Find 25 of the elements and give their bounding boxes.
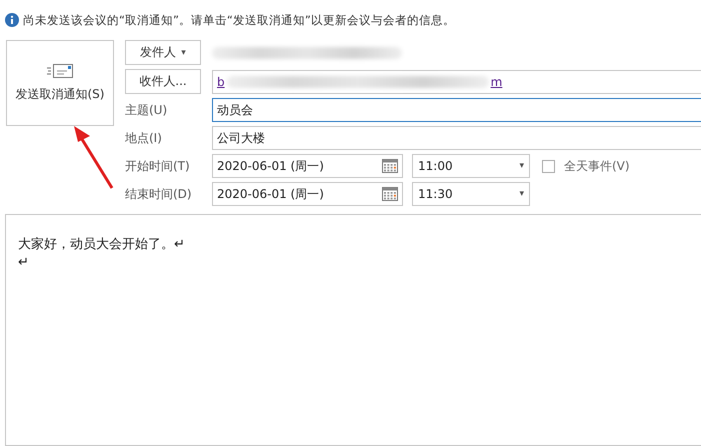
date-field[interactable]: 2020-06-01 (周一) xyxy=(212,154,403,178)
all-day-checkbox[interactable] xyxy=(542,160,555,172)
body-text: ↵ xyxy=(18,255,30,270)
field-label: 主题(U) xyxy=(125,102,168,118)
text-field[interactable]: 公司大楼 xyxy=(212,126,701,150)
field-label: 开始时间(T) xyxy=(125,158,191,174)
calendar-icon[interactable] xyxy=(382,159,398,173)
message-body[interactable]: 大家好，动员大会开始了。↵ ↵ xyxy=(5,214,701,446)
field-label: 地点(I) xyxy=(125,130,163,146)
envelope-icon xyxy=(47,64,73,78)
info-message: 尚未发送该会议的“取消通知”。请单击“发送取消通知”以更新会议与会者的信息。 xyxy=(23,12,455,28)
time-dropdown[interactable]: 11:30 ▾ xyxy=(412,182,530,206)
send-cancellation-button[interactable]: 发送取消通知(S) xyxy=(6,40,114,126)
sender-button[interactable]: 发件人 ▾ xyxy=(125,40,201,65)
calendar-icon[interactable] xyxy=(382,187,398,201)
arrow-annotation xyxy=(72,124,116,190)
field-label: 结束时间(D) xyxy=(125,186,193,202)
body-text: 大家好，动员大会开始了。↵ xyxy=(18,236,186,253)
time-dropdown[interactable]: 11:00 ▾ xyxy=(412,154,530,178)
info-icon xyxy=(5,13,19,27)
checkbox-label: 全天事件(V) xyxy=(564,158,630,174)
text-field[interactable]: 动员会 xyxy=(212,98,701,122)
recipient-field[interactable]: b m xyxy=(212,70,701,94)
date-field[interactable]: 2020-06-01 (周一) xyxy=(212,182,403,206)
recipient-button[interactable]: 收件人... xyxy=(125,69,201,94)
